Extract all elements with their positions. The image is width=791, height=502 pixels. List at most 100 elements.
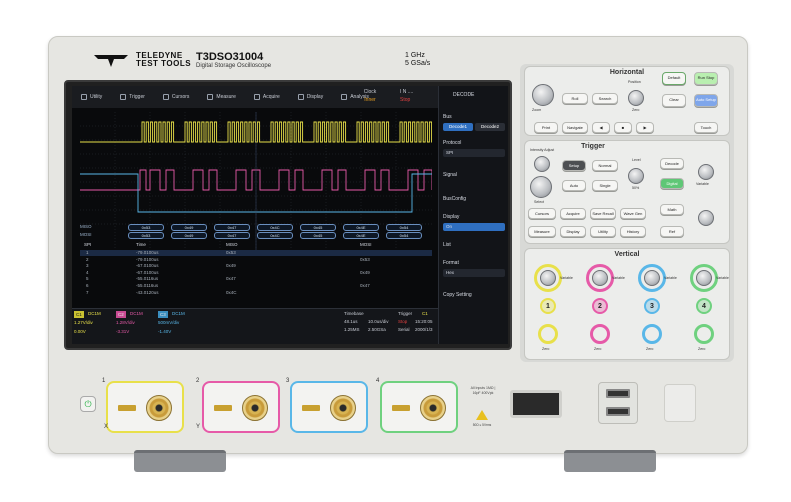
usb-host-ports: [598, 382, 638, 424]
bnc-connector-icon[interactable]: [330, 395, 356, 421]
display-persist-button[interactable]: Display Persist: [560, 226, 586, 237]
wave-gen-button[interactable]: Wave Gen: [620, 208, 646, 219]
table-row[interactable]: 2 -79.0100us 0x53: [80, 257, 432, 263]
nav-stop-button[interactable]: ■: [614, 122, 632, 133]
bnc-connector-icon[interactable]: [242, 395, 268, 421]
protocol-select[interactable]: SPI: [443, 149, 505, 157]
copy-setting-menu[interactable]: Copy Setting: [443, 292, 472, 298]
input-2-bnc[interactable]: [202, 381, 280, 433]
table-row[interactable]: 6 -55.0116us 0x47: [80, 283, 432, 289]
select-knob[interactable]: [530, 176, 552, 198]
acquire-button[interactable]: Acquire: [560, 208, 586, 219]
miso-decoded-byte: 0x47: [214, 224, 250, 231]
digital-button[interactable]: Digital: [660, 178, 684, 189]
channel-2-button[interactable]: 2: [592, 298, 608, 314]
auto-setup-button[interactable]: Auto Setup: [694, 94, 718, 107]
history-button[interactable]: History: [620, 226, 646, 237]
trigger-single-button[interactable]: Single: [592, 180, 618, 191]
horizontal-scale-knob[interactable]: [532, 84, 554, 106]
clear-sweeps-button[interactable]: Clear Sweeps: [662, 94, 686, 107]
input-4-bnc[interactable]: [380, 381, 458, 433]
ext-trigger-port[interactable]: [510, 390, 562, 418]
timebase-delay[interactable]: 48.1us: [344, 319, 358, 324]
display-screen[interactable]: Utility Trigger Cursors Measure Acquire …: [72, 86, 508, 344]
busconfig-menu[interactable]: BusConfig: [443, 196, 466, 202]
menu-acquire[interactable]: Acquire: [245, 86, 289, 108]
menu-measure[interactable]: Measure: [198, 86, 244, 108]
ch2-position-knob[interactable]: [590, 324, 610, 344]
horizontal-position-knob[interactable]: [628, 90, 644, 106]
ch1-scale-knob[interactable]: [534, 264, 562, 292]
trigger-type[interactable]: Serial: [398, 327, 410, 332]
c1-tag[interactable]: C1: [74, 311, 84, 318]
ch2-scale-knob[interactable]: [586, 264, 614, 292]
cursors-icon: [162, 94, 169, 100]
menu-display[interactable]: Display: [289, 86, 332, 108]
measure-icon: [207, 94, 214, 100]
ref-button[interactable]: Ref: [660, 226, 684, 237]
trigger-mode[interactable]: Stop: [398, 319, 407, 324]
touch-button[interactable]: Touch: [694, 122, 718, 133]
math-button[interactable]: Math: [660, 204, 684, 215]
table-row[interactable]: 3 -67.0100us 0x49: [80, 263, 432, 269]
channel-1-button[interactable]: 1: [540, 298, 556, 314]
list-menu[interactable]: List: [443, 242, 451, 248]
trigger-normal-button[interactable]: Normal: [592, 160, 618, 171]
usb-port-icon[interactable]: [606, 407, 630, 416]
ch3-scale-knob[interactable]: [638, 264, 666, 292]
clock-source-value: Inner: [364, 97, 376, 103]
signal-menu[interactable]: Signal: [443, 172, 457, 178]
navigate-button[interactable]: Navigate: [562, 122, 588, 133]
c3-tag[interactable]: C3: [158, 311, 168, 318]
display-toggle[interactable]: On: [443, 223, 505, 231]
channel-4-button[interactable]: 4: [696, 298, 712, 314]
run-state-value[interactable]: Stop: [400, 97, 410, 103]
c2-tag[interactable]: C2: [116, 311, 126, 318]
trigger-level-knob[interactable]: [628, 168, 644, 184]
cursors-button[interactable]: Cursors: [528, 208, 556, 219]
trigger-auto-button[interactable]: Auto: [562, 180, 586, 191]
ch3-position-knob[interactable]: [642, 324, 662, 344]
menu-label: Measure: [216, 94, 236, 100]
menu-cursors[interactable]: Cursors: [154, 86, 199, 108]
decode-side-panel: DECODE Bus Decode1 Decode2 Protocol SPI …: [438, 86, 508, 344]
timebase-scale[interactable]: 10.0us/div: [368, 319, 389, 324]
intensity-knob[interactable]: [534, 156, 550, 172]
power-button[interactable]: ⏻: [80, 396, 96, 412]
menu-utility[interactable]: Utility: [72, 86, 111, 108]
decode1-button[interactable]: Decode1: [443, 123, 473, 131]
table-row[interactable]: 1 -79.0100us 0x53: [80, 250, 432, 256]
input-3-bnc[interactable]: [290, 381, 368, 433]
roll-button[interactable]: Roll: [562, 93, 588, 104]
measure-button[interactable]: Measure: [528, 226, 556, 237]
ch1-position-knob[interactable]: [538, 324, 558, 344]
run-state-label: I N ....: [400, 89, 414, 95]
variable-knob[interactable]: [698, 164, 714, 180]
menu-label: Trigger: [129, 94, 145, 100]
math-position-knob[interactable]: [698, 210, 714, 226]
ch4-scale-knob[interactable]: [690, 264, 718, 292]
print-button[interactable]: Print: [534, 122, 558, 133]
usb-port-icon[interactable]: [606, 389, 630, 398]
utility-button[interactable]: Utility: [590, 226, 616, 237]
trigger-setup-button[interactable]: Setup: [562, 160, 586, 171]
default-button[interactable]: Default: [662, 72, 686, 85]
ch4-position-knob[interactable]: [694, 324, 714, 344]
input-1-bnc[interactable]: [106, 381, 184, 433]
bnc-connector-icon[interactable]: [146, 395, 172, 421]
format-select[interactable]: Hex: [443, 269, 505, 277]
run-stop-button[interactable]: Run Stop: [694, 72, 718, 85]
decode-list-table[interactable]: SPI Time MISO MOSI 1 -79.0100us 0x53 2 -79.0…: [80, 242, 432, 306]
table-row[interactable]: 4 -67.0100us 0x49: [80, 270, 432, 276]
table-row[interactable]: 5 -55.0116us 0x47: [80, 276, 432, 282]
save-recall-button[interactable]: Save Recall: [590, 208, 616, 219]
decode2-button[interactable]: Decode2: [475, 123, 505, 131]
nav-forward-button[interactable]: ▶: [636, 122, 654, 133]
table-row[interactable]: 7 -43.0120us 0x4C: [80, 290, 432, 296]
nav-back-button[interactable]: ◀: [592, 122, 610, 133]
menu-trigger[interactable]: Trigger: [111, 86, 154, 108]
channel-3-button[interactable]: 3: [644, 298, 660, 314]
decode-button[interactable]: Decode: [660, 158, 684, 169]
bnc-connector-icon[interactable]: [420, 395, 446, 421]
search-button[interactable]: Search: [592, 93, 618, 104]
